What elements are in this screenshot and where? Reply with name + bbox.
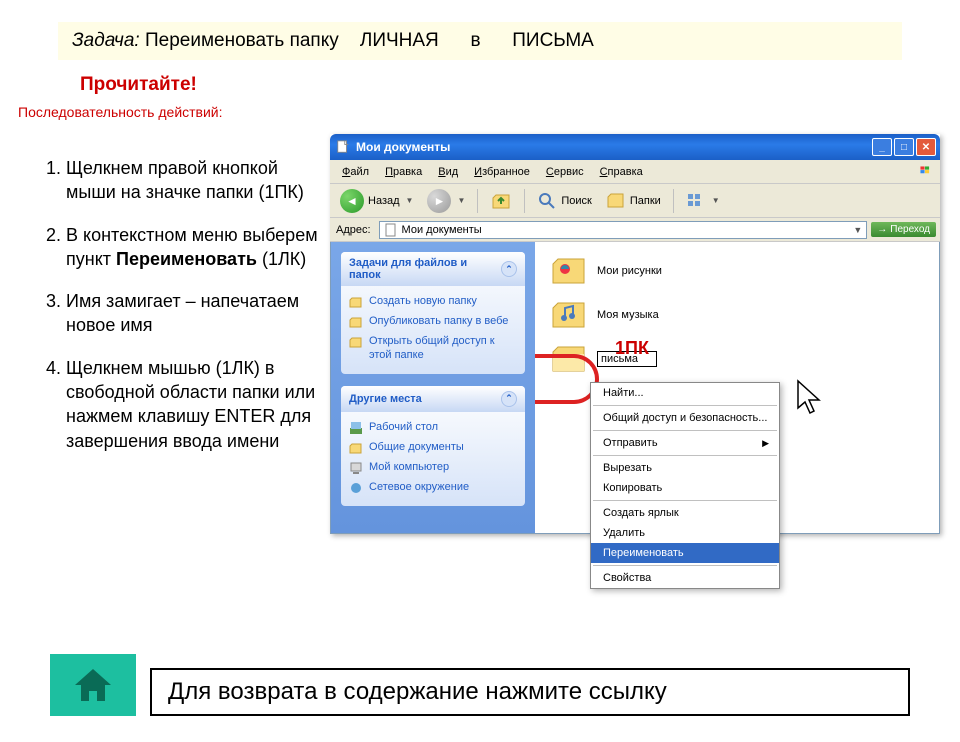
menu-item[interactable]: Файл [336, 163, 375, 181]
sequence-heading: Последовательность действий: [18, 104, 960, 120]
chevron-down-icon: ▼ [712, 196, 720, 205]
folder-item[interactable]: Мои рисунки [551, 256, 931, 286]
menu-item[interactable]: Правка [379, 163, 428, 181]
return-link-box[interactable]: Для возврата в содержание нажмите ссылку [150, 668, 910, 716]
forward-icon: ► [427, 189, 451, 213]
search-button[interactable]: Поиск [531, 188, 597, 214]
steps-list: Щелкнем правой кнопкой мыши на значке па… [22, 156, 320, 453]
folder-up-icon [490, 190, 512, 212]
back-label: Назад [368, 195, 400, 207]
task-link[interactable]: Создать новую папку [349, 292, 519, 312]
place-link[interactable]: Рабочий стол [349, 418, 519, 438]
go-label: Переход [890, 224, 930, 235]
folders-label: Папки [630, 195, 661, 207]
task-banner: Задача: Переименовать папку ЛИЧНАЯ в ПИС… [58, 22, 902, 60]
task-text-before: Переименовать папку [145, 30, 339, 51]
task-label: Задача: [72, 30, 140, 51]
menu-item[interactable]: Сервис [540, 163, 590, 181]
task-folder-to: ПИСЬМА [512, 30, 594, 51]
task-link[interactable]: Опубликовать папку в вебе [349, 312, 519, 332]
read-it-heading: Прочитайте! [80, 74, 960, 96]
forward-button[interactable]: ► ▼ [421, 186, 471, 216]
chevron-down-icon[interactable]: ▼ [853, 225, 862, 235]
cursor-icon [795, 378, 825, 418]
place-link[interactable]: Общие документы [349, 438, 519, 458]
places-panel-header[interactable]: Другие места ⌃ [341, 386, 525, 412]
titlebar[interactable]: Мои документы _ □ ✕ [330, 134, 940, 160]
go-arrow-icon: → [877, 224, 887, 235]
tasks-panel-header[interactable]: Задачи для файлов и папок ⌃ [341, 252, 525, 286]
menu-separator [593, 455, 777, 456]
my-documents-icon [336, 140, 350, 154]
context-menu: Найти... Общий доступ и безопасность... От… [590, 382, 780, 589]
menu-separator [593, 405, 777, 406]
address-value: Мои документы [402, 224, 482, 236]
context-menu-item[interactable]: Вырезать [591, 458, 779, 478]
back-icon: ◄ [340, 189, 364, 213]
step-item: Щелкнем мышью (1ЛК) в свободной области … [66, 356, 320, 453]
window-title: Мои документы [356, 140, 450, 154]
place-link[interactable]: Мой компьютер [349, 458, 519, 478]
step-item: Щелкнем правой кнопкой мыши на значке па… [66, 156, 320, 205]
step-item: Имя замигает – напечатаем новое имя [66, 289, 320, 338]
windows-flag-icon [914, 163, 936, 181]
up-button[interactable] [484, 187, 518, 215]
tasks-panel: Задачи для файлов и папок ⌃ Создать нову… [341, 252, 525, 374]
places-panel: Другие места ⌃ Рабочий столОбщие докумен… [341, 386, 525, 506]
collapse-icon[interactable]: ⌃ [501, 261, 517, 277]
folder-item[interactable]: Моя музыка [551, 300, 931, 330]
maximize-button[interactable]: □ [894, 138, 914, 156]
toolbar: ◄ Назад ▼ ► ▼ Поиск Папки ▼ [330, 184, 940, 218]
context-menu-item[interactable]: Отправить▶ [591, 433, 779, 453]
back-button[interactable]: ◄ Назад ▼ [334, 186, 419, 216]
address-field[interactable]: Мои документы ▼ [379, 221, 868, 239]
menu-item[interactable]: Справка [594, 163, 649, 181]
places-panel-title: Другие места [349, 393, 422, 405]
address-label: Адрес: [336, 224, 371, 236]
context-menu-item[interactable]: Свойства [591, 568, 779, 588]
folder-item[interactable]: письма [551, 344, 931, 374]
folders-button[interactable]: Папки [600, 188, 667, 214]
explorer-window: Мои документы _ □ ✕ ФайлПравкаВидИзбранн… [330, 134, 940, 534]
annotation-1pk-label: 1ПК [615, 338, 649, 359]
close-button[interactable]: ✕ [916, 138, 936, 156]
folder-content[interactable]: Мои рисунки Моя музыка письма 1ПК Найти...… [535, 242, 939, 533]
address-bar: Адрес: Мои документы ▼ → Переход [330, 218, 940, 242]
chevron-down-icon: ▼ [406, 196, 414, 205]
menu-separator [593, 565, 777, 566]
task-folder-from: ЛИЧНАЯ [360, 30, 439, 51]
task-mid: в [470, 30, 480, 51]
views-button[interactable]: ▼ [680, 189, 726, 213]
context-menu-item[interactable]: Удалить [591, 523, 779, 543]
menubar: ФайлПравкаВидИзбранноеСервисСправка [330, 160, 940, 184]
context-menu-item[interactable]: Общий доступ и безопасность... [591, 408, 779, 428]
return-link-text: Для возврата в содержание нажмите ссылку [168, 678, 667, 706]
my-documents-icon [384, 223, 398, 237]
views-icon [686, 192, 706, 210]
task-link[interactable]: Открыть общий доступ к этой папке [349, 332, 519, 366]
collapse-icon[interactable]: ⌃ [501, 391, 517, 407]
home-button[interactable] [50, 654, 136, 716]
side-panel: Задачи для файлов и папок ⌃ Создать нову… [331, 242, 535, 533]
chevron-down-icon: ▼ [457, 196, 465, 205]
go-button[interactable]: → Переход [871, 222, 936, 237]
place-link[interactable]: Сетевое окружение [349, 478, 519, 498]
context-menu-item[interactable]: Копировать [591, 478, 779, 498]
context-menu-item[interactable]: Создать ярлык [591, 503, 779, 523]
search-label: Поиск [561, 195, 591, 207]
menu-item[interactable]: Избранное [468, 163, 536, 181]
menu-separator [593, 500, 777, 501]
menu-item[interactable]: Вид [432, 163, 464, 181]
context-menu-item[interactable]: Найти... [591, 383, 779, 403]
menu-separator [593, 430, 777, 431]
context-menu-item[interactable]: Переименовать [591, 543, 779, 563]
home-icon [71, 665, 115, 705]
minimize-button[interactable]: _ [872, 138, 892, 156]
folders-icon [606, 191, 626, 211]
step-item: В контекстном меню выберем пункт Переиме… [66, 223, 320, 272]
tasks-panel-title: Задачи для файлов и папок [349, 257, 501, 281]
search-icon [537, 191, 557, 211]
